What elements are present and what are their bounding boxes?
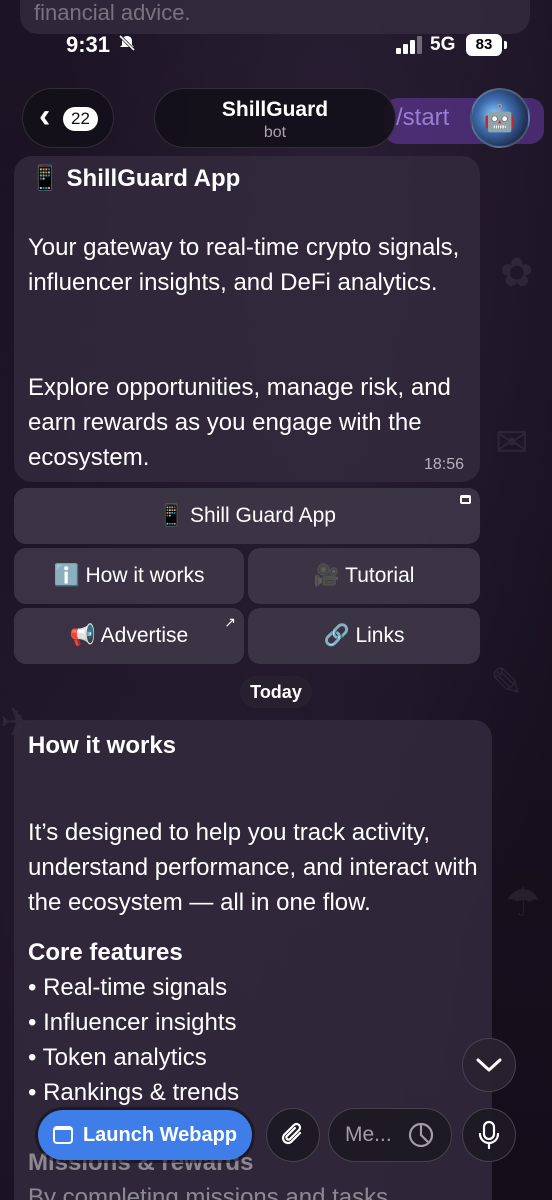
doodle-icon: ✎ — [490, 661, 524, 705]
launch-webapp-button[interactable]: Launch Webapp — [38, 1110, 252, 1160]
list-item: • Influencer insights — [28, 1009, 237, 1036]
message-paragraph: Explore opportunities, manage risk, and … — [28, 374, 451, 471]
tutorial-button[interactable]: 🎥 Tutorial — [248, 548, 480, 604]
advertise-button[interactable]: 📢 Advertise ↗ — [14, 608, 244, 664]
battery-icon: 83 — [466, 34, 502, 56]
message-heading: How it works — [28, 732, 177, 759]
microphone-button[interactable] — [462, 1108, 516, 1162]
button-label: ℹ️ How it works — [53, 564, 205, 587]
message-heading: 📱 ShillGuard App — [30, 165, 241, 192]
webapp-icon — [52, 1126, 73, 1144]
previous-message-peek: financial advice. — [20, 0, 530, 34]
microphone-icon — [478, 1120, 500, 1150]
signal-icon — [396, 36, 424, 54]
chat-title[interactable]: ShillGuard bot — [154, 88, 396, 148]
message-paragraph: By completing missions and tasks — [28, 1184, 389, 1200]
button-label: 📢 Advertise — [69, 624, 189, 647]
list-item: • Real-time signals — [28, 974, 228, 1001]
doodle-icon: ☂ — [505, 881, 541, 925]
shill-guard-app-button[interactable]: 📱 Shill Guard App — [14, 488, 480, 544]
message-paragraph: Your gateway to real-time crypto signals… — [28, 234, 460, 296]
unread-count-badge: 22 — [63, 107, 98, 131]
bot-avatar[interactable]: 🤖 — [470, 88, 530, 148]
message-placeholder: Me... — [345, 1123, 392, 1146]
status-time: 9:31 — [66, 32, 111, 57]
battery-tip — [504, 41, 507, 49]
attach-button[interactable] — [266, 1108, 320, 1162]
links-button[interactable]: 🔗 Links — [248, 608, 480, 664]
list-item: • Rankings & trends — [28, 1079, 240, 1106]
date-divider: Today — [240, 676, 312, 708]
scroll-down-button[interactable] — [462, 1038, 516, 1092]
list-item: • Token analytics — [28, 1044, 207, 1071]
webapp-icon — [460, 495, 471, 504]
external-link-icon: ↗ — [224, 614, 236, 630]
doodle-icon: ✿ — [500, 251, 534, 295]
message-paragraph: It’s designed to help you track activity… — [28, 819, 478, 916]
message-bubble: 📱 ShillGuard App Your gateway to real-ti… — [14, 156, 480, 482]
section-heading: Core features — [28, 939, 183, 966]
message-input[interactable]: Me... — [328, 1108, 452, 1162]
launch-label: Launch Webapp — [82, 1123, 238, 1146]
network-type: 5G — [430, 34, 456, 55]
doodle-icon: ✉ — [495, 421, 529, 465]
chevron-down-icon — [476, 1058, 502, 1072]
robot-icon: 🤖 — [483, 102, 517, 133]
status-bar: financial advice. 9:31 5G 83 — [0, 0, 552, 90]
button-label: 🎥 Tutorial — [313, 564, 415, 587]
button-label: 🔗 Links — [323, 624, 405, 647]
chevron-left-icon: ‹ — [39, 97, 51, 135]
sticker-clock-icon[interactable] — [407, 1121, 435, 1149]
bot-name: ShillGuard — [221, 98, 329, 121]
button-label: 📱 Shill Guard App — [158, 504, 336, 527]
how-it-works-button[interactable]: ℹ️ How it works — [14, 548, 244, 604]
bot-subtitle: bot — [263, 124, 287, 141]
silent-bell-icon — [118, 34, 136, 57]
paperclip-icon — [281, 1122, 302, 1145]
message-time: 18:56 — [423, 456, 464, 473]
back-button[interactable]: ‹ 22 — [22, 88, 114, 148]
